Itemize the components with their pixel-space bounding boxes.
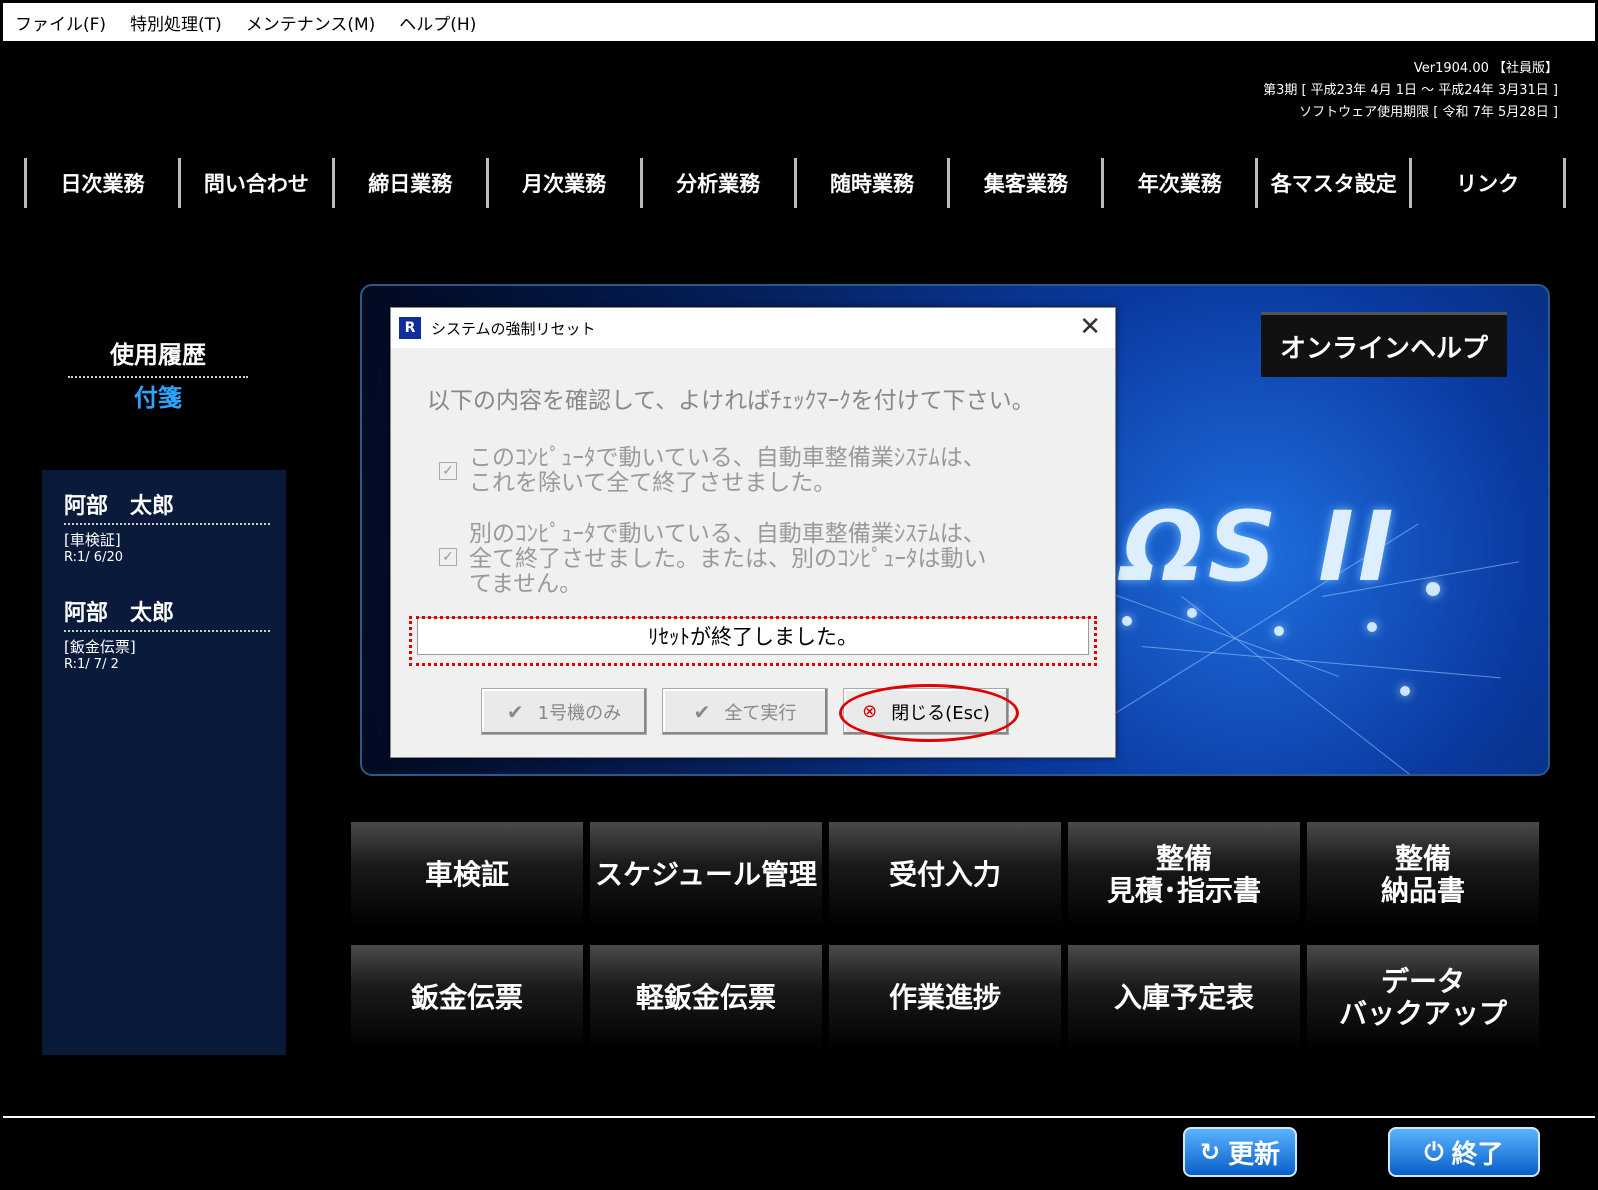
tile-delivery[interactable]: 整備 納品書 bbox=[1307, 822, 1539, 928]
menu-maintenance[interactable]: メンテナンス(M) bbox=[234, 10, 388, 35]
force-reset-dialog: R システムの強制リセット ✕ 以下の内容を確認して、よければﾁｪｯｸﾏｰｸを付… bbox=[390, 307, 1116, 758]
refresh-label: 更新 bbox=[1228, 1139, 1281, 1170]
nav-inquiry[interactable]: 問い合わせ bbox=[177, 158, 332, 208]
dialog-title: システムの強制リセット bbox=[431, 319, 596, 338]
check-icon: ✔ bbox=[506, 699, 524, 724]
app-icon: R bbox=[399, 317, 421, 339]
exit-button[interactable]: ⏻ 終了 bbox=[1388, 1127, 1540, 1177]
history-entry-name: 阿部 太郎 bbox=[64, 595, 270, 632]
menu-bar: ファイル(F) 特別処理(T) メンテナンス(M) ヘルプ(H) bbox=[3, 3, 1595, 41]
tile-reception[interactable]: 受付入力 bbox=[829, 822, 1061, 928]
product-logo: ΩS II bbox=[1122, 491, 1398, 603]
network-node bbox=[1187, 608, 1197, 618]
main-nav: 日次業務 問い合わせ 締日業務 月次業務 分析業務 随時業務 集客業務 年次業務… bbox=[24, 158, 1567, 208]
exit-label: 終了 bbox=[1451, 1139, 1504, 1170]
version-info: Ver1904.00 【社員版】 第3期 [ 平成23年 4月 1日 ～ 平成2… bbox=[1263, 58, 1558, 124]
tile-schedule[interactable]: スケジュール管理 bbox=[590, 822, 822, 928]
button-label: 1号機のみ bbox=[537, 702, 622, 724]
checkbox-box[interactable]: ✓ bbox=[439, 548, 457, 566]
nav-analysis[interactable]: 分析業務 bbox=[639, 158, 794, 208]
history-entry-name: 阿部 太郎 bbox=[64, 488, 270, 525]
tile-vehicle-inspection[interactable]: 車検証 bbox=[351, 822, 583, 928]
history-entry-date: R:1/ 7/ 2 bbox=[64, 657, 119, 672]
unit1-only-button[interactable]: ✔ 1号機のみ bbox=[481, 688, 647, 735]
tile-arrival-schedule[interactable]: 入庫予定表 bbox=[1068, 945, 1300, 1051]
tile-light-sheet-metal[interactable]: 軽鈑金伝票 bbox=[590, 945, 822, 1051]
history-entry-type: [車検証] bbox=[64, 531, 121, 549]
refresh-icon: ↻ bbox=[1199, 1138, 1221, 1166]
menu-help[interactable]: ヘルプ(H) bbox=[387, 10, 488, 35]
nav-closing[interactable]: 締日業務 bbox=[331, 158, 486, 208]
checkbox-remote-shutdown[interactable]: ✓ 別のｺﾝﾋﾟｭｰﾀで動いている、自動車整備業ｼｽﾃﾑは、 全て終了させました… bbox=[439, 522, 987, 597]
nav-monthly[interactable]: 月次業務 bbox=[485, 158, 640, 208]
history-entry-date: R:1/ 6/20 bbox=[64, 550, 123, 565]
history-entry[interactable]: 阿部 太郎 [車検証] R:1/ 6/20 bbox=[64, 488, 270, 565]
tile-work-progress[interactable]: 作業進捗 bbox=[829, 945, 1061, 1051]
button-label: 全て実行 bbox=[724, 702, 797, 724]
history-entry[interactable]: 阿部 太郎 [鈑金伝票] R:1/ 7/ 2 bbox=[64, 595, 270, 672]
checkbox-label: 別のｺﾝﾋﾟｭｰﾀで動いている、自動車整備業ｼｽﾃﾑは、 全て終了させました。ま… bbox=[469, 521, 987, 597]
highlight-box bbox=[409, 616, 1097, 666]
power-icon: ⏻ bbox=[1424, 1138, 1444, 1166]
nav-yearly[interactable]: 年次業務 bbox=[1101, 158, 1255, 208]
network-node bbox=[1426, 582, 1440, 596]
online-help-button[interactable]: オンラインヘルプ bbox=[1261, 312, 1507, 377]
nav-master-settings[interactable]: 各マスタ設定 bbox=[1255, 158, 1409, 208]
version-label: Ver1904.00 【社員版】 bbox=[1413, 61, 1558, 76]
tile-sheet-metal[interactable]: 鈑金伝票 bbox=[351, 945, 583, 1051]
check-icon: ✔ bbox=[693, 699, 711, 724]
nav-daily[interactable]: 日次業務 bbox=[24, 158, 178, 208]
history-panel: 阿部 太郎 [車検証] R:1/ 6/20 阿部 太郎 [鈑金伝票] R:1/ … bbox=[42, 470, 286, 1055]
checkbox-local-shutdown[interactable]: ✓ このｺﾝﾋﾟｭｰﾀで動いている、自動車整備業ｼｽﾃﾑは、 これを除いて全て終… bbox=[439, 446, 986, 496]
network-node bbox=[1274, 626, 1284, 636]
network-node bbox=[1400, 686, 1410, 696]
network-line bbox=[1181, 596, 1419, 774]
menu-file[interactable]: ファイル(F) bbox=[3, 10, 118, 35]
tile-data-backup[interactable]: データ バックアップ bbox=[1307, 945, 1539, 1051]
refresh-button[interactable]: ↻ 更新 bbox=[1183, 1127, 1297, 1177]
close-icon[interactable]: ✕ bbox=[1079, 312, 1101, 342]
checkbox-box[interactable]: ✓ bbox=[439, 462, 457, 480]
dialog-titlebar: R システムの強制リセット ✕ bbox=[391, 308, 1115, 348]
nav-links[interactable]: リンク bbox=[1409, 158, 1567, 208]
menu-special[interactable]: 特別処理(T) bbox=[118, 10, 234, 35]
nav-adhoc[interactable]: 随時業務 bbox=[793, 158, 948, 208]
period-label: 第3期 [ 平成23年 4月 1日 ～ 平成24年 3月31日 ] bbox=[1263, 83, 1558, 98]
license-label: ソフトウェア使用期限 [ 令和 7年 5月28日 ] bbox=[1299, 105, 1558, 120]
run-all-button[interactable]: ✔ 全て実行 bbox=[662, 688, 828, 735]
tile-estimate[interactable]: 整備 見積･指示書 bbox=[1068, 822, 1300, 928]
network-node bbox=[1367, 622, 1377, 632]
footer-divider bbox=[3, 1116, 1595, 1118]
history-entry-type: [鈑金伝票] bbox=[64, 638, 136, 656]
history-title[interactable]: 使用履歴 bbox=[68, 335, 248, 378]
sticky-note-tab[interactable]: 付箋 bbox=[68, 378, 248, 413]
network-node bbox=[1122, 616, 1132, 626]
checkbox-label: このｺﾝﾋﾟｭｰﾀで動いている、自動車整備業ｼｽﾃﾑは、 これを除いて全て終了さ… bbox=[469, 445, 986, 496]
nav-marketing[interactable]: 集客業務 bbox=[947, 158, 1101, 208]
highlight-oval bbox=[839, 684, 1019, 742]
dialog-instruction: 以下の内容を確認して、よければﾁｪｯｸﾏｰｸを付けて下さい。 bbox=[427, 388, 1035, 414]
